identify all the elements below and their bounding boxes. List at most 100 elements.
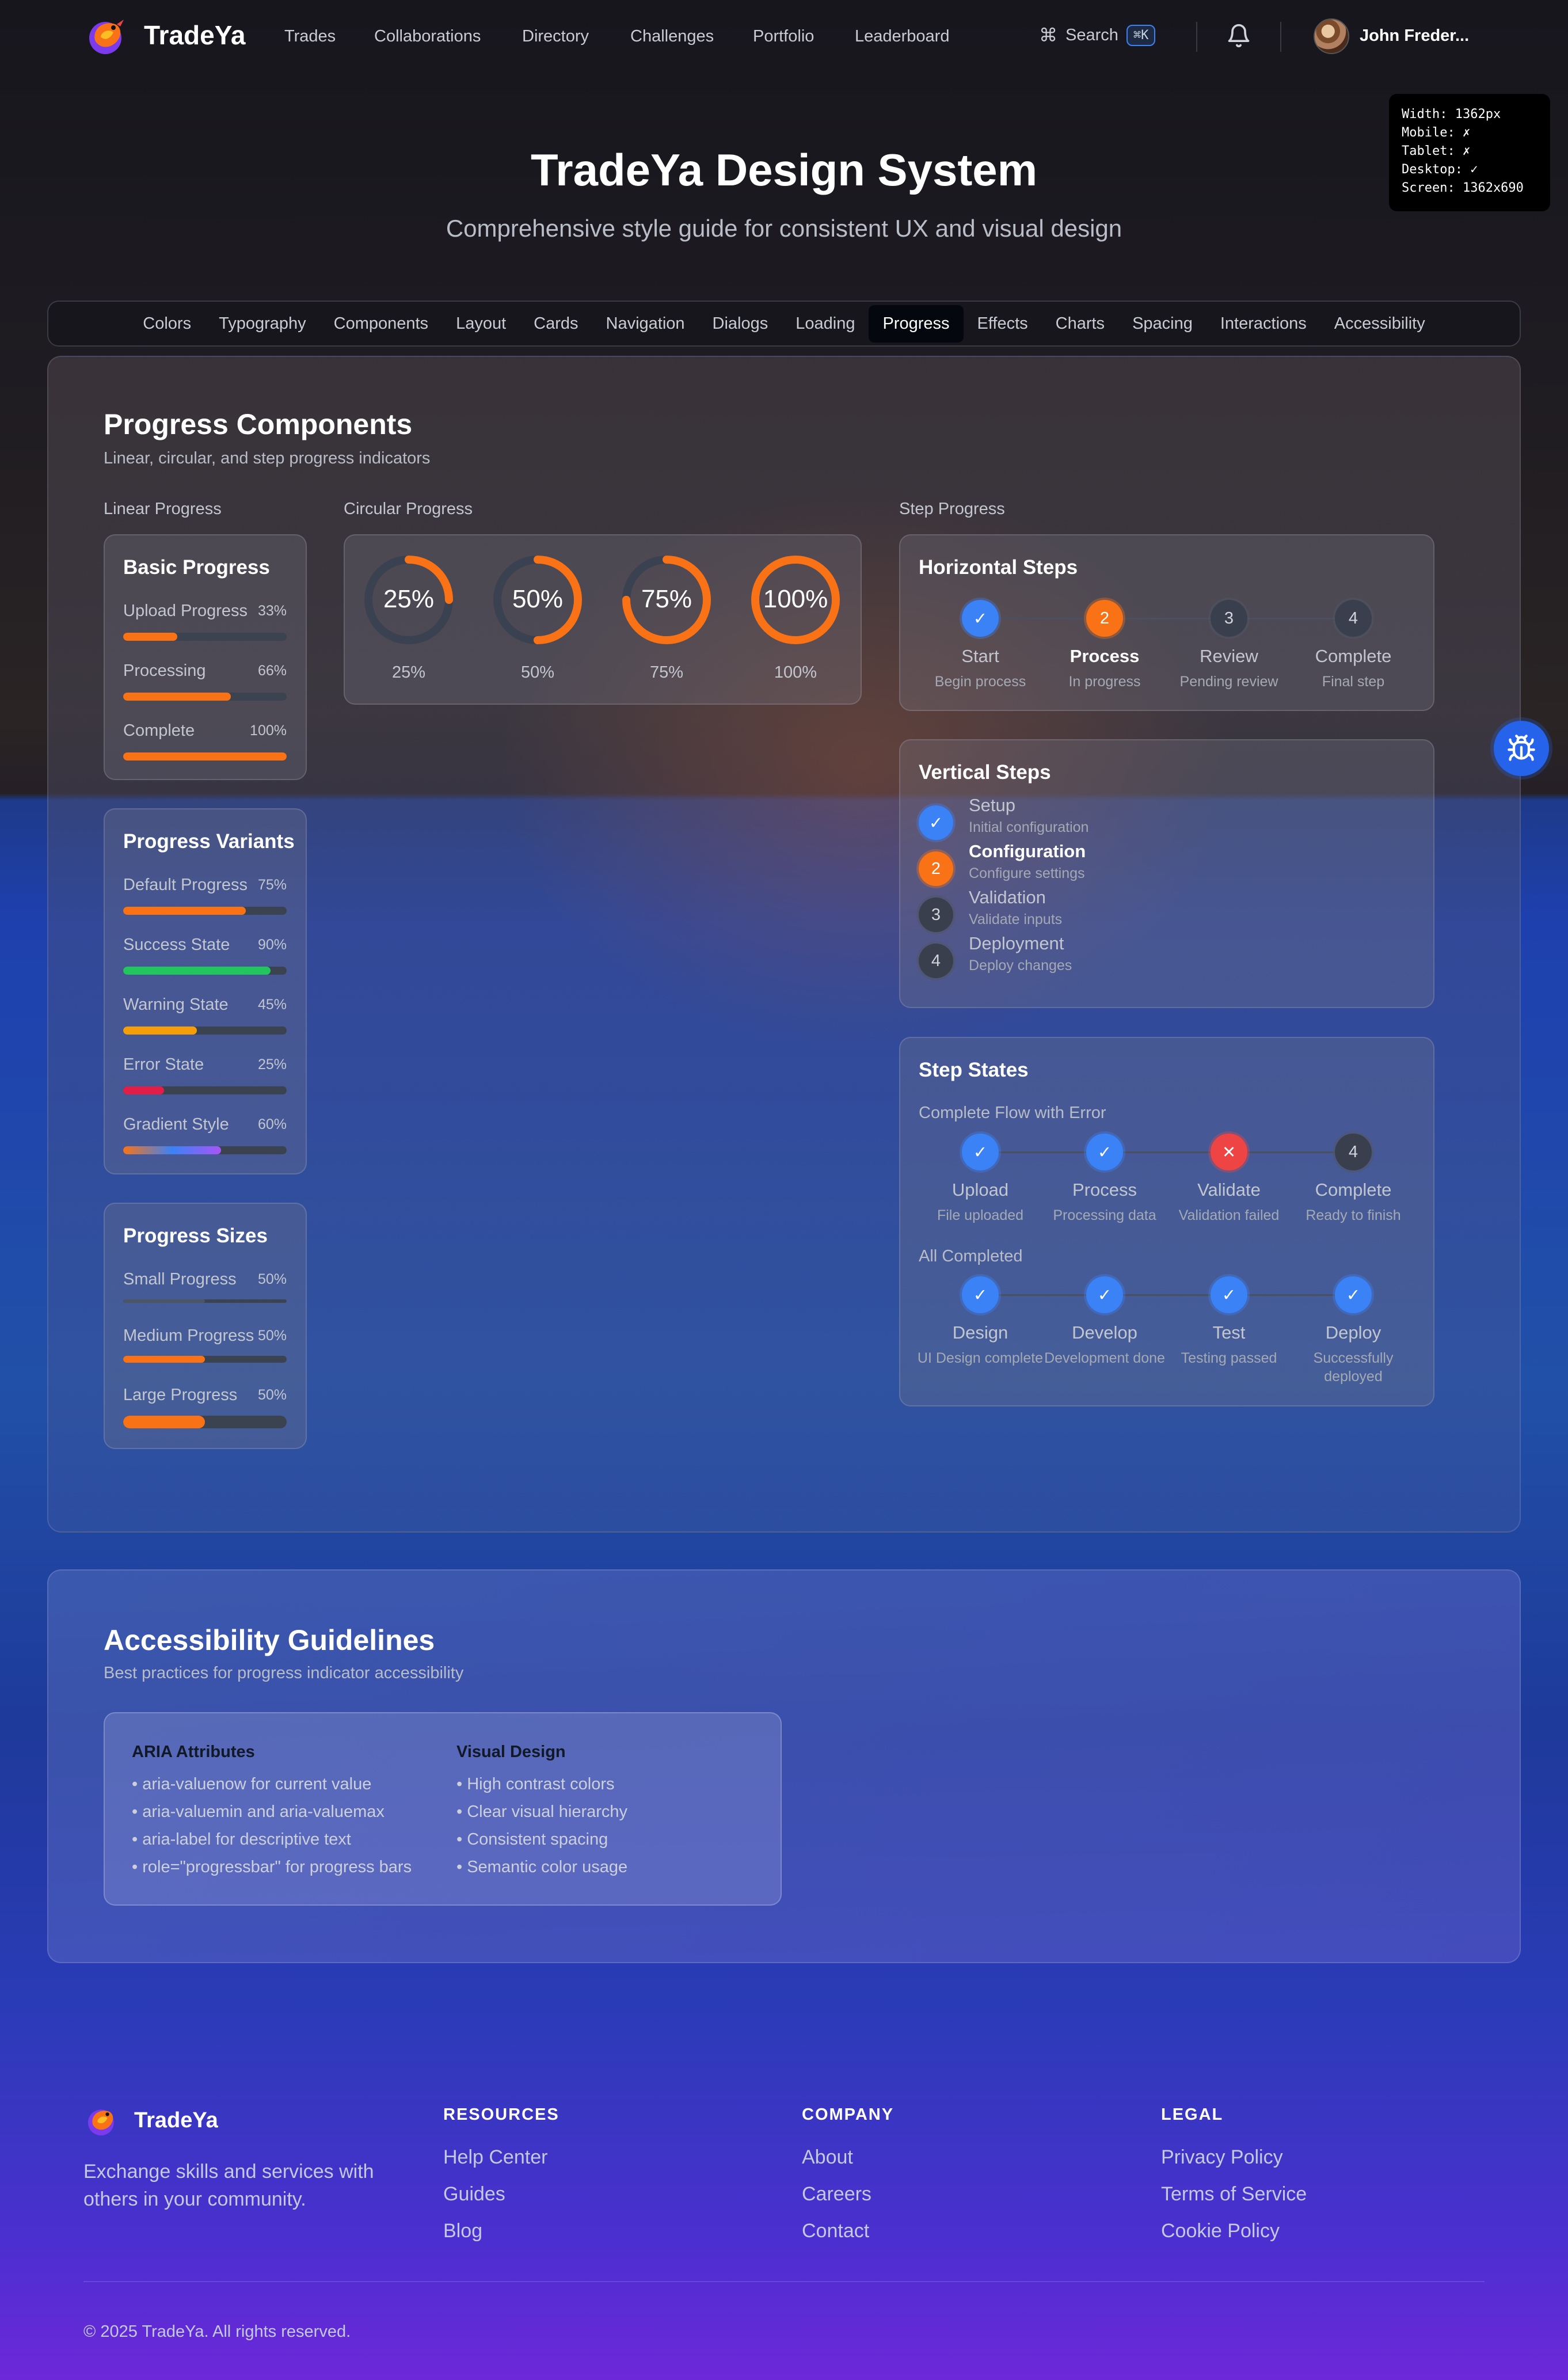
ring-caption: 100% xyxy=(774,663,817,682)
ring-caption: 25% xyxy=(391,663,426,682)
step-indicator[interactable]: ✕ xyxy=(1211,1134,1247,1170)
tab-loading[interactable]: Loading xyxy=(782,305,869,343)
step-indicator[interactable]: ✓ xyxy=(1086,1276,1123,1313)
footer-link-blog[interactable]: Blog xyxy=(443,2220,482,2242)
footer-link-contact[interactable]: Contact xyxy=(802,2220,869,2242)
step-title: Setup xyxy=(969,795,1016,815)
tab-progress[interactable]: Progress xyxy=(869,305,964,343)
list-item: • aria-valuenow for current value xyxy=(132,1775,372,1793)
step-indicator[interactable]: 4 xyxy=(919,944,953,978)
footer-brand[interactable]: TradeYa xyxy=(134,2108,218,2133)
list-item: • Semantic color usage xyxy=(456,1858,628,1876)
progress-track xyxy=(123,1146,287,1154)
nav-link-portfolio[interactable]: Portfolio xyxy=(753,27,814,46)
step-indicator[interactable]: 3 xyxy=(919,898,953,932)
step-indicator[interactable]: ✓ xyxy=(962,1134,999,1170)
progress-fill xyxy=(123,1086,164,1094)
nav-link-trades[interactable]: Trades xyxy=(284,27,336,46)
aria-list: • aria-valuenow for current value • aria… xyxy=(132,1770,412,1881)
progress-track xyxy=(123,1026,287,1035)
tab-navigation[interactable]: Navigation xyxy=(592,305,699,343)
step-indicator[interactable]: 4 xyxy=(1335,1134,1372,1170)
section-title: Progress Components xyxy=(104,408,413,440)
nav-link-collaborations[interactable]: Collaborations xyxy=(374,27,481,46)
step-indicator[interactable]: 4 xyxy=(1335,600,1372,637)
nav-link-challenges[interactable]: Challenges xyxy=(630,27,714,46)
brand-name[interactable]: TradeYa xyxy=(144,20,245,51)
tradeya-logo[interactable] xyxy=(83,12,130,58)
step-indicator[interactable]: ✓ xyxy=(962,600,999,637)
list-item: • High contrast colors xyxy=(456,1775,615,1793)
step-indicator[interactable]: 3 xyxy=(1211,600,1247,637)
step-description: Initial configuration xyxy=(969,819,1089,835)
tab-spacing[interactable]: Spacing xyxy=(1118,305,1207,343)
nav-link-leaderboard[interactable]: Leaderboard xyxy=(855,27,949,46)
step-indicator[interactable]: ✓ xyxy=(1086,1134,1123,1170)
page-title: TradeYa Design System xyxy=(530,145,1038,195)
a11y-title: Accessibility Guidelines xyxy=(104,1624,435,1656)
step-connector xyxy=(1247,1151,1335,1153)
step-connector xyxy=(1123,1294,1211,1296)
footer-link-careers[interactable]: Careers xyxy=(802,2183,871,2206)
tab-effects[interactable]: Effects xyxy=(964,305,1042,343)
search-button[interactable]: ⌘ Search ⌘K xyxy=(1039,24,1156,46)
footer-link-about[interactable]: About xyxy=(802,2146,853,2169)
ring-caption: 50% xyxy=(520,663,555,682)
progress-label: Upload Progress xyxy=(123,602,248,620)
step-connector xyxy=(1247,618,1335,619)
footer-link-terms-of-service[interactable]: Terms of Service xyxy=(1161,2183,1307,2206)
tab-cards[interactable]: Cards xyxy=(520,305,592,343)
progress-value: 50% xyxy=(257,1328,287,1344)
step-indicator[interactable]: ✓ xyxy=(1335,1276,1372,1313)
progress-value: 25% xyxy=(257,1056,287,1073)
progress-fill xyxy=(123,1299,205,1303)
step-indicator[interactable]: 2 xyxy=(919,851,953,886)
step-description: Validation failed xyxy=(1178,1207,1280,1223)
progress-label: Small Progress xyxy=(123,1270,237,1288)
tab-accessibility[interactable]: Accessibility xyxy=(1320,305,1439,343)
footer-link-privacy-policy[interactable]: Privacy Policy xyxy=(1161,2146,1283,2169)
search-shortcut: ⌘K xyxy=(1126,24,1156,46)
step-indicator[interactable]: 2 xyxy=(1086,600,1123,637)
step-title: Validate xyxy=(1197,1180,1261,1200)
tab-layout[interactable]: Layout xyxy=(442,305,520,343)
progress-label: Default Progress xyxy=(123,876,248,894)
progress-value: 50% xyxy=(257,1271,287,1287)
tab-interactions[interactable]: Interactions xyxy=(1207,305,1320,343)
progress-track-small xyxy=(123,1299,287,1303)
tab-charts[interactable]: Charts xyxy=(1042,305,1118,343)
circular-progress-heading: Circular Progress xyxy=(344,500,473,518)
nav-divider xyxy=(1280,22,1281,52)
progress-fill xyxy=(123,1416,205,1428)
step-indicator[interactable]: ✓ xyxy=(919,805,953,840)
footer-link-cookie-policy[interactable]: Cookie Policy xyxy=(1161,2220,1280,2242)
footer-link-help-center[interactable]: Help Center xyxy=(443,2146,547,2169)
progress-fill xyxy=(123,693,231,701)
step-title: Process xyxy=(1070,646,1140,666)
footer-link-guides[interactable]: Guides xyxy=(443,2183,505,2206)
tab-colors[interactable]: Colors xyxy=(129,305,205,343)
step-title: Complete xyxy=(1315,1180,1392,1200)
tab-components[interactable]: Components xyxy=(320,305,442,343)
step-title: Design xyxy=(952,1322,1008,1343)
visual-list: • High contrast colors • Clear visual hi… xyxy=(456,1770,627,1881)
step-title: Complete xyxy=(1315,646,1392,666)
step-indicator[interactable]: ✓ xyxy=(1211,1276,1247,1313)
progress-track xyxy=(123,907,287,915)
progress-label: Warning State xyxy=(123,995,229,1014)
tab-typography[interactable]: Typography xyxy=(205,305,320,343)
step-description: Final step xyxy=(1322,674,1385,690)
footer-company-heading: COMPANY xyxy=(802,2105,895,2124)
step-indicator[interactable]: ✓ xyxy=(962,1276,999,1313)
nav-link-directory[interactable]: Directory xyxy=(522,27,589,46)
avatar[interactable] xyxy=(1314,18,1349,54)
progress-label: Error State xyxy=(123,1055,204,1074)
bell-icon[interactable] xyxy=(1226,23,1251,48)
user-name[interactable]: John Freder... xyxy=(1360,26,1469,45)
progress-value: 100% xyxy=(250,723,287,739)
bug-report-button[interactable] xyxy=(1494,721,1549,776)
footer-logo[interactable] xyxy=(83,2101,120,2138)
progress-label: Medium Progress xyxy=(123,1326,254,1345)
tab-dialogs[interactable]: Dialogs xyxy=(699,305,782,343)
step-title: Test xyxy=(1212,1322,1246,1343)
